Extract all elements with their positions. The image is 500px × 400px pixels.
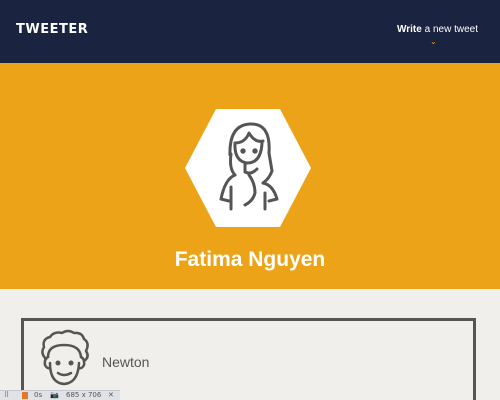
top-nav-bar: TWEETER Write a new tweet ⌄ (0, 0, 500, 63)
drag-handle-icon[interactable]: ⠿ (4, 391, 9, 400)
curly-hair-avatar-icon (41, 329, 89, 386)
write-link-bold: Write (397, 24, 422, 35)
write-new-tweet-link[interactable]: Write a new tweet (397, 24, 478, 35)
camera-icon[interactable]: 📷 (50, 391, 59, 400)
status-badge (22, 392, 28, 399)
close-icon[interactable]: ✕ (108, 391, 114, 400)
write-link-rest: a new tweet (421, 24, 478, 35)
viewport-size-readout: 685 x 706 (66, 391, 102, 399)
profile-name: Fatima Nguyen (174, 248, 326, 271)
app-logo[interactable]: TWEETER (16, 22, 88, 37)
profile-hero: Fatima Nguyen (0, 63, 500, 289)
timing-readout: 0s (34, 391, 43, 399)
chevron-down-icon[interactable]: ⌄ (430, 38, 437, 46)
tweet-author-name[interactable]: Newton (102, 354, 149, 370)
tweet-feed: Newton (0, 289, 500, 400)
tweet-card[interactable]: Newton (21, 318, 476, 400)
profile-avatar-hexagon (185, 109, 311, 227)
devtools-toolbar: ⠿ 0s 📷 685 x 706 ✕ (0, 390, 120, 400)
